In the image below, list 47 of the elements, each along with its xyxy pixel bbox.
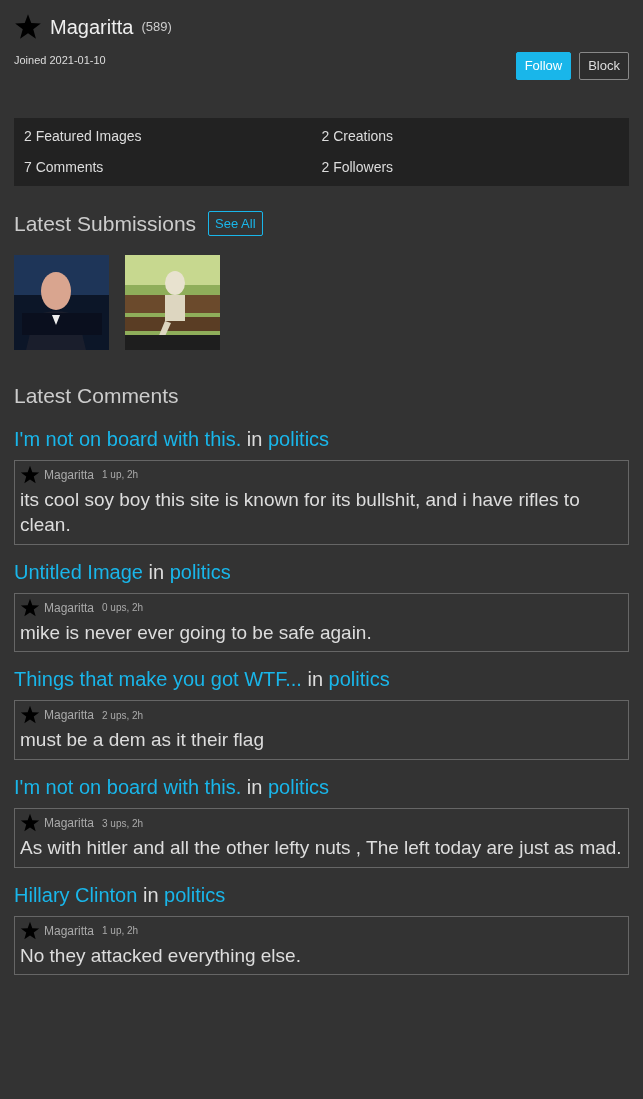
- comment-author[interactable]: Magaritta: [44, 465, 95, 484]
- see-all-button[interactable]: See All: [208, 210, 263, 236]
- comment-meta: 1 up, 2h: [102, 924, 139, 939]
- post-link[interactable]: Things that make you got WTF...: [14, 668, 302, 691]
- join-date: Joined 2021-01-10: [14, 53, 106, 68]
- section-title: Latest Submissions: [14, 210, 197, 237]
- block-button[interactable]: Block: [579, 52, 629, 80]
- comment-text: mike is never ever going to be safe again.: [20, 620, 373, 645]
- comment-meta: 1 up, 2h: [102, 468, 139, 482]
- star-icon: [20, 920, 40, 941]
- comment-meta: 3 ups, 2h: [102, 816, 144, 831]
- board-link[interactable]: politics: [267, 427, 330, 450]
- comment-author[interactable]: Magaritta: [44, 921, 95, 940]
- board-link[interactable]: politics: [164, 883, 226, 906]
- comment-text: No they attacked everything else.: [20, 943, 302, 968]
- post-link[interactable]: I'm not on board with this.: [14, 427, 242, 450]
- joiner-text: in: [148, 560, 165, 583]
- stat-text: 2 Creations: [321, 126, 395, 146]
- user-score: (589): [141, 18, 172, 37]
- star-icon: [20, 705, 40, 726]
- board-link[interactable]: politics: [328, 668, 390, 691]
- comment-author[interactable]: Magaritta: [44, 598, 95, 617]
- stat-text: 2 Followers: [321, 157, 395, 177]
- comment-meta: 2 ups, 2h: [102, 708, 144, 723]
- star-icon: [14, 13, 42, 41]
- joiner-text: in: [246, 427, 263, 450]
- stat-text: 2 Featured Images: [24, 126, 143, 146]
- board-link[interactable]: politics: [267, 776, 330, 799]
- stat-text: 7 Comments: [24, 157, 105, 177]
- board-link[interactable]: politics: [169, 560, 231, 583]
- comment-text: As with hitler and all the other lefty nuts , The left today are just as mad.: [20, 836, 623, 861]
- joiner-text: in: [307, 668, 324, 691]
- comment-meta: 0 ups, 2h: [102, 601, 144, 616]
- star-icon: [20, 813, 40, 834]
- comment-text: must be a dem as it their flag: [20, 728, 265, 753]
- joiner-text: in: [142, 883, 159, 906]
- comment-author[interactable]: Magaritta: [44, 706, 95, 725]
- post-link[interactable]: Hillary Clinton: [14, 883, 138, 906]
- post-link[interactable]: I'm not on board with this.: [14, 776, 242, 799]
- comment-text: its cool soy boy this site is known for its bullshit, and i have rifles to clean.: [20, 487, 581, 538]
- user-name: Magaritta: [50, 15, 134, 40]
- comment-author[interactable]: Magaritta: [44, 814, 95, 833]
- star-icon: [20, 464, 40, 485]
- post-link[interactable]: Untitled Image: [14, 560, 143, 583]
- joiner-text: in: [246, 776, 263, 799]
- section-title: Latest Comments: [14, 383, 180, 409]
- star-icon: [20, 597, 40, 618]
